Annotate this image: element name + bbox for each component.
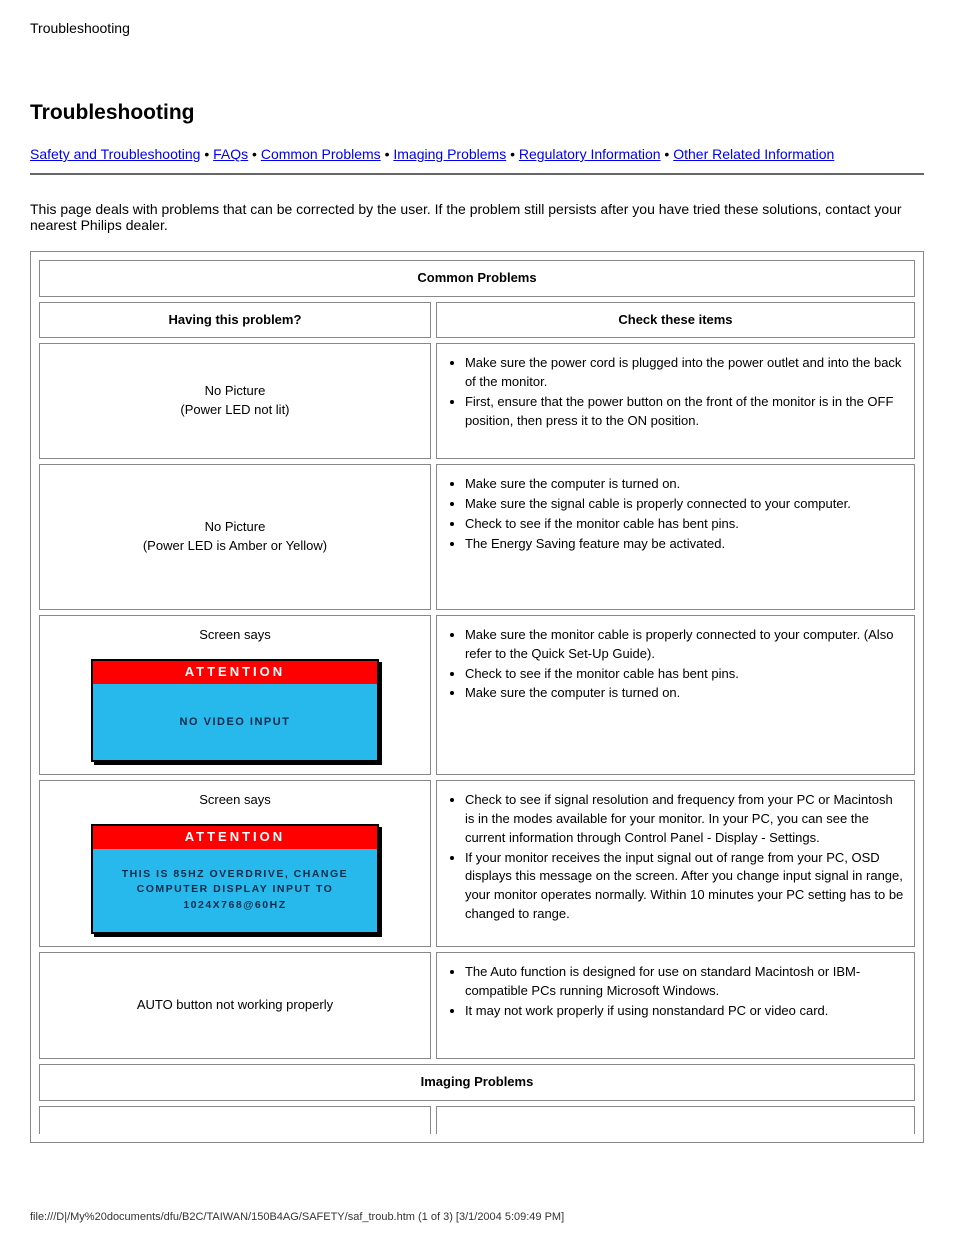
- list-item: Make sure the power cord is plugged into…: [465, 354, 904, 392]
- problem-cell: No Picture (Power LED is Amber or Yellow…: [39, 464, 431, 610]
- table-row: No Picture (Power LED not lit) Make sure…: [39, 343, 915, 459]
- nav-sep: •: [661, 146, 674, 162]
- list-item: Make sure the signal cable is properly c…: [465, 495, 904, 514]
- list-item: The Energy Saving feature may be activat…: [465, 535, 904, 554]
- table-row: Screen says ATTENTION THIS IS 85HZ OVERD…: [39, 780, 915, 947]
- nav-sep: •: [381, 146, 394, 162]
- list-item: First, ensure that the power button on t…: [465, 393, 904, 431]
- nav-sep: •: [200, 146, 213, 162]
- troubleshooting-table: Common Problems Having this problem? Che…: [30, 251, 924, 1143]
- list-item: Check to see if the monitor cable has be…: [465, 515, 904, 534]
- table-header-imaging: Imaging Problems: [39, 1064, 915, 1101]
- problem-cell: Screen says ATTENTION NO VIDEO INPUT: [39, 615, 431, 775]
- attention-header: ATTENTION: [93, 826, 377, 849]
- problem-cell: Screen says ATTENTION THIS IS 85HZ OVERD…: [39, 780, 431, 947]
- problem-cell: AUTO button not working properly: [39, 952, 431, 1059]
- problem-cell: No Picture (Power LED not lit): [39, 343, 431, 459]
- list-item: Make sure the computer is turned on.: [465, 684, 904, 703]
- list-item: Check to see if the monitor cable has be…: [465, 665, 904, 684]
- list-item: It may not work properly if using nonsta…: [465, 1002, 904, 1021]
- col-solution-header: Check these items: [436, 302, 915, 339]
- divider: [30, 173, 924, 175]
- nav-other[interactable]: Other Related Information: [673, 146, 834, 162]
- attention-body: NO VIDEO INPUT: [93, 684, 377, 761]
- table-row: AUTO button not working properly The Aut…: [39, 952, 915, 1059]
- attention-body: THIS IS 85HZ OVERDRIVE, CHANGE COMPUTER …: [93, 849, 377, 932]
- col-problem-header: Having this problem?: [39, 302, 431, 339]
- nav-imaging[interactable]: Imaging Problems: [393, 146, 506, 162]
- list-item: If your monitor receives the input signa…: [465, 849, 904, 924]
- nav-safety[interactable]: Safety and Troubleshooting: [30, 146, 200, 162]
- solution-cell: Make sure the computer is turned on. Mak…: [436, 464, 915, 610]
- nav-sep: •: [248, 146, 261, 162]
- list-item: Make sure the monitor cable is properly …: [465, 626, 904, 664]
- section-title: Troubleshooting: [30, 101, 924, 125]
- list-item: Make sure the computer is turned on.: [465, 475, 904, 494]
- attention-header: ATTENTION: [93, 661, 377, 684]
- solution-cell: The Auto function is designed for use on…: [436, 952, 915, 1059]
- intro-text: This page deals with problems that can b…: [30, 201, 924, 233]
- list-item: Check to see if signal resolution and fr…: [465, 791, 904, 848]
- solution-cell: Make sure the monitor cable is properly …: [436, 615, 915, 775]
- list-item: The Auto function is designed for use on…: [465, 963, 904, 1001]
- attention-box: ATTENTION NO VIDEO INPUT: [91, 659, 379, 762]
- nav-regulatory[interactable]: Regulatory Information: [519, 146, 661, 162]
- table-header: Common Problems: [39, 260, 915, 297]
- page-title: Troubleshooting: [30, 20, 924, 36]
- attention-box: ATTENTION THIS IS 85HZ OVERDRIVE, CHANGE…: [91, 824, 379, 934]
- table-row-partial: [39, 1106, 915, 1134]
- solution-cell: Check to see if signal resolution and fr…: [436, 780, 915, 947]
- nav-common[interactable]: Common Problems: [261, 146, 381, 162]
- table-row: No Picture (Power LED is Amber or Yellow…: [39, 464, 915, 610]
- nav-faqs[interactable]: FAQs: [213, 146, 248, 162]
- table-row: Screen says ATTENTION NO VIDEO INPUT Mak…: [39, 615, 915, 775]
- nav-sep: •: [506, 146, 519, 162]
- nav-links: Safety and Troubleshooting • FAQs • Comm…: [30, 143, 924, 167]
- footer-path: file:///D|/My%20documents/dfu/B2C/TAIWAN…: [30, 1211, 564, 1223]
- solution-cell: Make sure the power cord is plugged into…: [436, 343, 915, 459]
